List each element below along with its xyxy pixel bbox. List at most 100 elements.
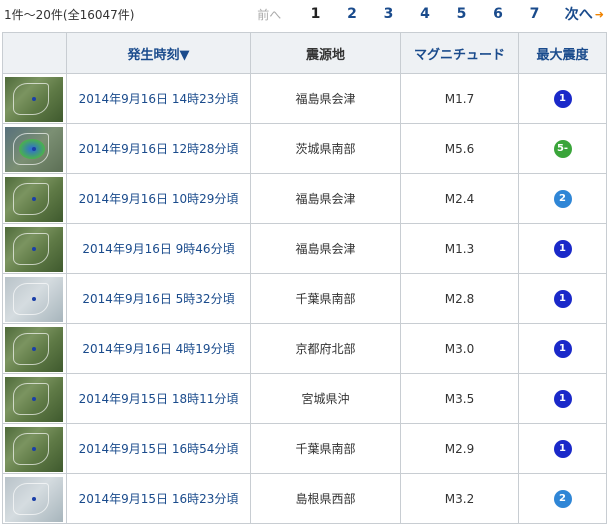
epicenter-cell: 京都府北部 bbox=[250, 323, 401, 374]
table-row[interactable]: 2014年9月15日 16時54分頃 千葉県南部 M2.9 1 bbox=[2, 423, 607, 474]
magnitude-cell: M3.5 bbox=[400, 373, 519, 424]
magnitude-cell: M2.9 bbox=[400, 423, 519, 474]
map-thumbnail-icon[interactable] bbox=[5, 327, 63, 372]
header-magnitude-sort[interactable]: マグニチュード bbox=[400, 32, 519, 74]
time-link[interactable]: 2014年9月16日 12時28分頃 bbox=[79, 142, 239, 156]
epicenter-cell: 千葉県南部 bbox=[250, 423, 401, 474]
header-intensity-sort[interactable]: 最大震度 bbox=[518, 32, 607, 74]
page-5-link[interactable]: 5 bbox=[443, 6, 480, 22]
map-thumbnail-icon[interactable] bbox=[5, 177, 63, 222]
magnitude-cell: M1.7 bbox=[400, 73, 519, 124]
time-cell: 2014年9月16日 12時28分頃 bbox=[66, 123, 251, 174]
table-row[interactable]: 2014年9月16日 9時46分頃 福島県会津 M1.3 1 bbox=[2, 223, 607, 274]
orange-arrow-right-icon: ➜ bbox=[594, 7, 604, 21]
result-count: 1件～20件(全16047件) bbox=[4, 8, 135, 22]
page-6-link[interactable]: 6 bbox=[480, 6, 517, 22]
time-link[interactable]: 2014年9月15日 18時11分頃 bbox=[79, 392, 239, 406]
table-row[interactable]: 2014年9月16日 4時19分頃 京都府北部 M3.0 1 bbox=[2, 323, 607, 374]
map-thumbnail-icon[interactable] bbox=[5, 377, 63, 422]
time-link[interactable]: 2014年9月15日 16時23分頃 bbox=[79, 492, 239, 506]
thumbnail-cell bbox=[2, 473, 67, 524]
page-3-link[interactable]: 3 bbox=[370, 6, 407, 22]
pager: 前へ 1 2 3 4 5 6 7 次へ ➜ bbox=[257, 4, 604, 24]
prev-link: 前へ bbox=[257, 7, 282, 22]
table-row[interactable]: 2014年9月16日 10時29分頃 福島県会津 M2.4 2 bbox=[2, 173, 607, 224]
intensity-cell: 1 bbox=[518, 73, 607, 124]
map-thumbnail-icon[interactable] bbox=[5, 127, 63, 172]
table-row[interactable]: 2014年9月15日 18時11分頃 宮城県沖 M3.5 1 bbox=[2, 373, 607, 424]
page-4-link[interactable]: 4 bbox=[407, 6, 444, 22]
thumbnail-cell bbox=[2, 323, 67, 374]
intensity-cell: 1 bbox=[518, 323, 607, 374]
magnitude-cell: M3.0 bbox=[400, 323, 519, 374]
epicenter-cell: 茨城県南部 bbox=[250, 123, 401, 174]
header-epicenter: 震源地 bbox=[250, 32, 401, 74]
magnitude-cell: M2.4 bbox=[400, 173, 519, 224]
thumbnail-cell bbox=[2, 223, 67, 274]
header-thumbnail bbox=[2, 32, 67, 74]
intensity-cell: 1 bbox=[518, 223, 607, 274]
table-row[interactable]: 2014年9月16日 12時28分頃 茨城県南部 M5.6 5- bbox=[2, 123, 607, 174]
intensity-badge: 1 bbox=[553, 389, 572, 408]
table-row[interactable]: 2014年9月16日 5時32分頃 千葉県南部 M2.8 1 bbox=[2, 273, 607, 324]
time-link[interactable]: 2014年9月16日 9時46分頃 bbox=[82, 242, 234, 256]
map-thumbnail-icon[interactable] bbox=[5, 427, 63, 472]
intensity-badge: 1 bbox=[553, 89, 572, 108]
time-cell: 2014年9月16日 14時23分頃 bbox=[66, 73, 251, 124]
time-link[interactable]: 2014年9月16日 14時23分頃 bbox=[79, 92, 239, 106]
intensity-badge: 1 bbox=[553, 289, 572, 308]
thumbnail-cell bbox=[2, 423, 67, 474]
time-link[interactable]: 2014年9月15日 16時54分頃 bbox=[79, 442, 239, 456]
thumbnail-cell bbox=[2, 173, 67, 224]
magnitude-cell: M2.8 bbox=[400, 273, 519, 324]
page-7-link[interactable]: 7 bbox=[516, 6, 553, 22]
time-link[interactable]: 2014年9月16日 5時32分頃 bbox=[82, 292, 234, 306]
page-1-link: 1 bbox=[310, 6, 321, 22]
epicenter-cell: 福島県会津 bbox=[250, 73, 401, 124]
time-cell: 2014年9月15日 16時54分頃 bbox=[66, 423, 251, 474]
epicenter-cell: 千葉県南部 bbox=[250, 273, 401, 324]
map-thumbnail-icon[interactable] bbox=[5, 277, 63, 322]
intensity-badge: 2 bbox=[553, 189, 572, 208]
earthquake-table: 発生時刻▼ 震源地 マグニチュード 最大震度 2014年9月16日 14時23分… bbox=[2, 32, 607, 524]
thumbnail-cell bbox=[2, 373, 67, 424]
time-cell: 2014年9月16日 5時32分頃 bbox=[66, 273, 251, 324]
intensity-badge: 5- bbox=[553, 139, 572, 158]
thumbnail-cell bbox=[2, 73, 67, 124]
next-label: 次へ bbox=[564, 7, 593, 23]
map-thumbnail-icon[interactable] bbox=[5, 77, 63, 122]
time-cell: 2014年9月15日 18時11分頃 bbox=[66, 373, 251, 424]
page-2-link[interactable]: 2 bbox=[334, 6, 371, 22]
epicenter-cell: 福島県会津 bbox=[250, 173, 401, 224]
table-header-row: 発生時刻▼ 震源地 マグニチュード 最大震度 bbox=[2, 32, 607, 74]
intensity-badge: 1 bbox=[553, 339, 572, 358]
intensity-cell: 2 bbox=[518, 473, 607, 524]
pagination-bar: 1件～20件(全16047件) 前へ 1 2 3 4 5 6 7 次へ ➜ bbox=[0, 0, 610, 30]
intensity-cell: 2 bbox=[518, 173, 607, 224]
magnitude-cell: M1.3 bbox=[400, 223, 519, 274]
time-cell: 2014年9月16日 9時46分頃 bbox=[66, 223, 251, 274]
time-link[interactable]: 2014年9月16日 4時19分頃 bbox=[82, 342, 234, 356]
intensity-badge: 1 bbox=[553, 439, 572, 458]
table-row[interactable]: 2014年9月15日 16時23分頃 島根県西部 M3.2 2 bbox=[2, 473, 607, 524]
magnitude-cell: M5.6 bbox=[400, 123, 519, 174]
header-time-sort[interactable]: 発生時刻▼ bbox=[66, 32, 251, 74]
time-link[interactable]: 2014年9月16日 10時29分頃 bbox=[79, 192, 239, 206]
map-thumbnail-icon[interactable] bbox=[5, 227, 63, 272]
map-thumbnail-icon[interactable] bbox=[5, 477, 63, 522]
thumbnail-cell bbox=[2, 273, 67, 324]
intensity-badge: 1 bbox=[553, 239, 572, 258]
time-cell: 2014年9月15日 16時23分頃 bbox=[66, 473, 251, 524]
next-link[interactable]: 次へ ➜ bbox=[565, 4, 604, 24]
intensity-badge: 2 bbox=[553, 489, 572, 508]
magnitude-cell: M3.2 bbox=[400, 473, 519, 524]
intensity-cell: 1 bbox=[518, 423, 607, 474]
epicenter-cell: 福島県会津 bbox=[250, 223, 401, 274]
time-cell: 2014年9月16日 10時29分頃 bbox=[66, 173, 251, 224]
intensity-cell: 1 bbox=[518, 373, 607, 424]
thumbnail-cell bbox=[2, 123, 67, 174]
intensity-cell: 1 bbox=[518, 273, 607, 324]
epicenter-cell: 宮城県沖 bbox=[250, 373, 401, 424]
epicenter-cell: 島根県西部 bbox=[250, 473, 401, 524]
table-row[interactable]: 2014年9月16日 14時23分頃 福島県会津 M1.7 1 bbox=[2, 73, 607, 124]
